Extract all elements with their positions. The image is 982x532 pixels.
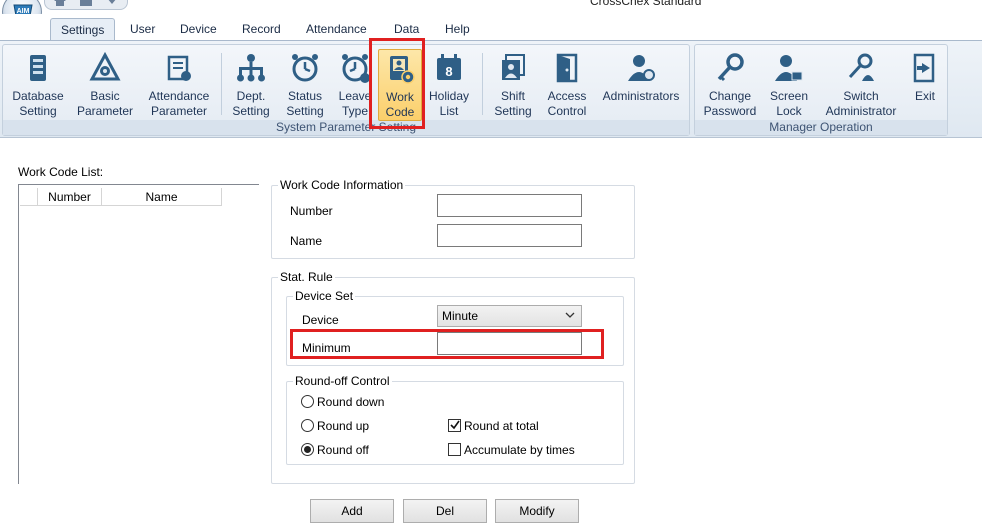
basic-parameter-icon — [89, 51, 121, 81]
tab-record[interactable]: Record — [232, 18, 291, 40]
accumulate-by-times-label: Accumulate by times — [464, 443, 575, 457]
name-input[interactable] — [437, 224, 582, 247]
dept-setting-label: Dept. Setting — [232, 89, 270, 118]
attendance-parameter-icon — [167, 55, 191, 81]
svg-text:8: 8 — [445, 64, 452, 79]
work-code-info-title: Work Code Information — [278, 178, 406, 192]
save-icon[interactable] — [79, 0, 93, 7]
app-title: CrossChex Standard — [590, 0, 702, 8]
chevron-down-icon — [565, 312, 575, 318]
round-off-label: Round off — [317, 443, 369, 457]
org-chart-icon — [237, 54, 265, 82]
ribbon: System Parameter Setting Database Settin… — [0, 38, 982, 138]
del-button[interactable]: Del — [403, 499, 487, 523]
switch-administrator-button[interactable]: Switch Administrator — [823, 49, 899, 121]
switch-administrator-label: Switch Administrator — [825, 89, 897, 118]
dept-setting-button[interactable]: Dept. Setting — [229, 49, 273, 121]
user-lock-icon — [775, 55, 803, 81]
administrators-button[interactable]: Administrators — [603, 49, 679, 121]
manager-operation-group: Manager Operation Change Password Screen… — [694, 44, 948, 136]
home-icon[interactable] — [53, 0, 67, 7]
minimum-highlight — [290, 329, 604, 359]
tab-settings[interactable]: Settings — [50, 18, 116, 41]
device-unit-select[interactable]: Minute — [437, 305, 582, 327]
tab-attendance[interactable]: Attendance — [296, 18, 377, 40]
work-code-highlight — [369, 38, 425, 129]
database-icon — [30, 55, 46, 81]
ribbon-tabs: Settings User Device Record Attendance D… — [0, 14, 982, 41]
work-code-list-title: Work Code List: — [18, 165, 104, 179]
round-off-radio[interactable] — [301, 443, 314, 456]
alarm-clock-icon — [292, 54, 318, 82]
switch-admin-icon — [848, 53, 874, 81]
attendance-parameter-button[interactable]: Attendance Parameter — [149, 49, 209, 121]
device-label: Device — [302, 313, 339, 327]
change-password-label: Change Password — [703, 89, 757, 118]
quick-access-toolbar — [44, 0, 128, 10]
key-icon — [717, 53, 744, 82]
device-unit-value: Minute — [442, 309, 479, 323]
name-label: Name — [290, 234, 323, 248]
holiday-list-button[interactable]: 8 Holiday List — [427, 49, 471, 121]
column-number[interactable]: Number — [38, 188, 102, 206]
add-button[interactable]: Add — [310, 499, 394, 523]
list-header: Number Name — [20, 188, 222, 206]
exit-icon — [913, 53, 935, 83]
number-label: Number — [290, 204, 333, 218]
checkmark-icon — [450, 420, 460, 430]
device-set-title: Device Set — [293, 289, 356, 303]
screen-lock-button[interactable]: Screen Lock — [767, 49, 811, 121]
column-name[interactable]: Name — [102, 188, 222, 206]
round-at-total-label: Round at total — [464, 419, 539, 433]
list-header-spacer — [20, 188, 38, 206]
basic-parameter-label: Basic Parameter — [76, 89, 134, 118]
access-control-label: Access Control — [547, 89, 587, 118]
round-at-total-checkbox[interactable] — [448, 419, 461, 432]
round-off-control-title: Round-off Control — [293, 374, 392, 388]
holiday-list-label: Holiday List — [428, 89, 470, 118]
tab-user[interactable]: User — [120, 18, 165, 40]
manager-operation-group-label: Manager Operation — [695, 120, 947, 135]
basic-parameter-button[interactable]: Basic Parameter — [77, 49, 133, 121]
tab-help[interactable]: Help — [435, 18, 480, 40]
title-bar: CrossChex Standard — [0, 0, 982, 14]
shift-icon — [502, 54, 525, 80]
attendance-parameter-label: Attendance Parameter — [148, 89, 210, 118]
round-down-radio[interactable] — [301, 395, 314, 408]
system-parameter-group-label: System Parameter Setting — [3, 120, 689, 135]
tab-device[interactable]: Device — [170, 18, 227, 40]
exit-button[interactable]: Exit — [907, 49, 943, 121]
modify-button[interactable]: Modify — [495, 499, 579, 523]
round-down-label: Round down — [317, 395, 385, 409]
number-input[interactable] — [437, 194, 582, 217]
work-code-list[interactable]: Number Name — [18, 184, 259, 484]
work-code-panel: Work Code List: Number Name Work Code In… — [0, 140, 982, 532]
status-setting-label: Status Setting — [286, 89, 324, 118]
shift-setting-label: Shift Setting — [494, 89, 532, 118]
door-icon — [556, 53, 578, 83]
status-setting-button[interactable]: Status Setting — [283, 49, 327, 121]
calendar-icon: 8 — [437, 54, 461, 80]
exit-label: Exit — [914, 89, 935, 103]
shift-setting-button[interactable]: Shift Setting — [491, 49, 535, 121]
round-up-radio[interactable] — [301, 419, 314, 432]
tab-data[interactable]: Data — [384, 18, 429, 40]
ribbon-separator — [221, 53, 222, 115]
dropdown-icon[interactable] — [105, 0, 119, 7]
admin-user-icon — [628, 55, 655, 81]
leave-clock-icon — [342, 54, 370, 83]
administrators-label: Administrators — [602, 89, 680, 103]
change-password-button[interactable]: Change Password — [704, 49, 756, 121]
screen-lock-label: Screen Lock — [769, 89, 809, 118]
database-setting-button[interactable]: Database Setting — [11, 49, 65, 121]
round-up-label: Round up — [317, 419, 370, 433]
stat-rule-title: Stat. Rule — [278, 270, 335, 284]
accumulate-by-times-checkbox[interactable] — [448, 443, 461, 456]
system-parameter-group: System Parameter Setting Database Settin… — [2, 44, 690, 136]
access-control-button[interactable]: Access Control — [545, 49, 589, 121]
database-setting-label: Database Setting — [12, 89, 64, 118]
ribbon-separator — [482, 53, 483, 115]
